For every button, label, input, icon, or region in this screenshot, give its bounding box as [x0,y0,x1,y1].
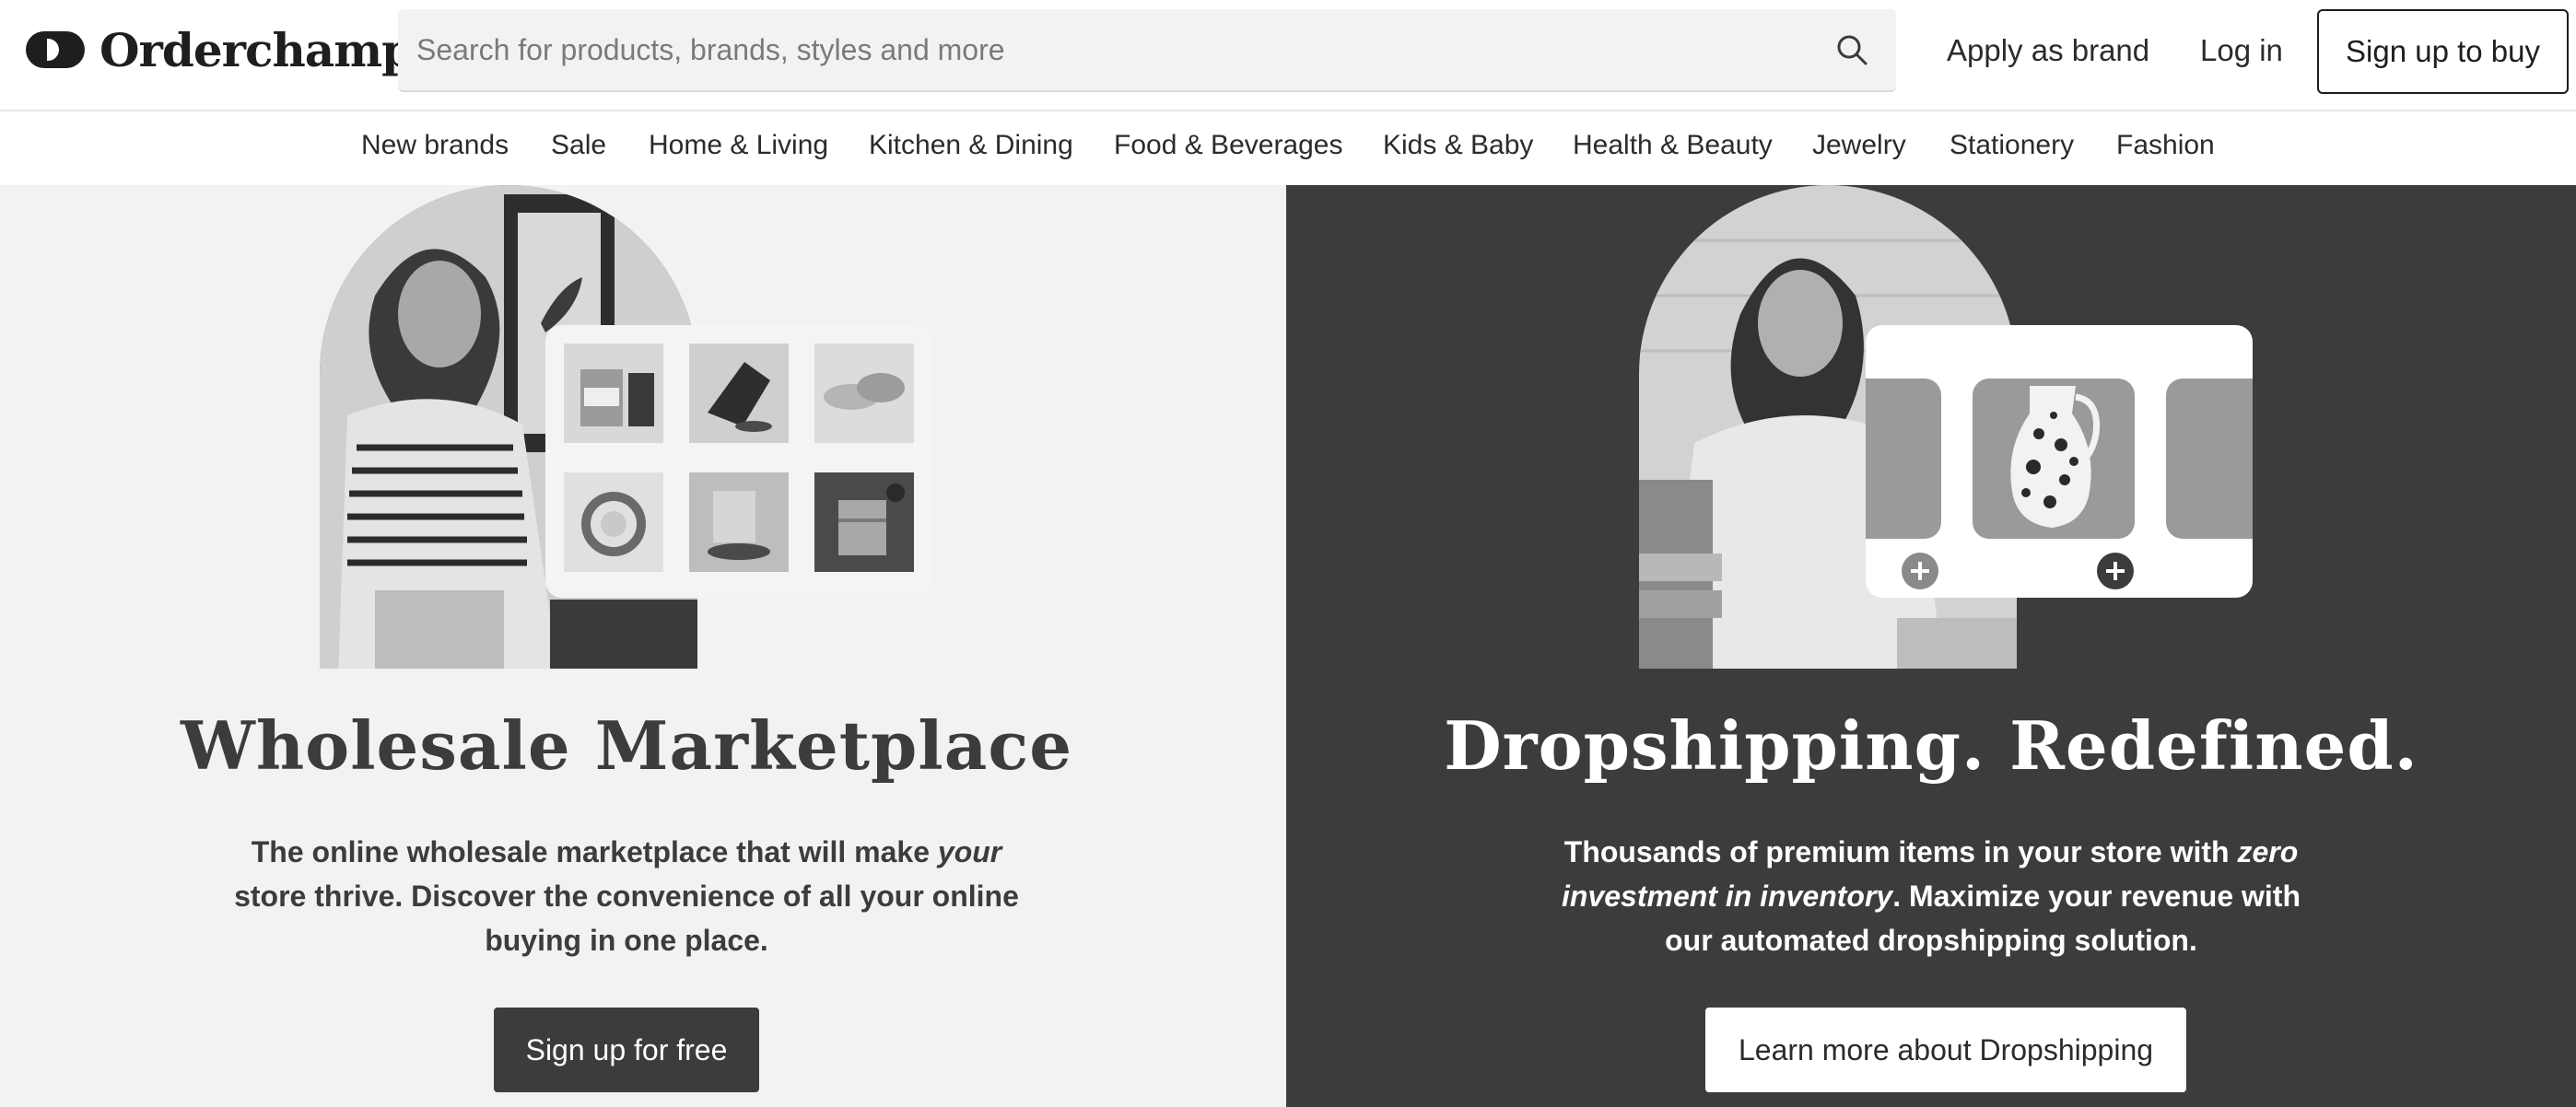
category-kids-baby[interactable]: Kids & Baby [1383,130,1533,161]
dropshipping-title: Dropshipping. Redefined. [1444,706,2418,785]
search-icon[interactable] [1835,33,1868,66]
category-jewelry[interactable]: Jewelry [1812,130,1906,161]
search-input[interactable] [416,9,1798,90]
product-placeholder [2166,379,2253,539]
search-bar [398,9,1896,92]
sign-up-to-buy-button[interactable]: Sign up to buy [2317,9,2569,94]
category-home-living[interactable]: Home & Living [649,130,828,161]
top-header: Orderchamp Apply as brand Log in Sign up… [0,0,2576,111]
wholesale-title: Wholesale Marketplace [180,706,1073,785]
add-product-icon[interactable] [1901,552,1939,590]
learn-more-dropshipping-button[interactable]: Learn more about Dropshipping [1705,1008,2186,1092]
logo[interactable]: Orderchamp [26,22,414,77]
category-kitchen-dining[interactable]: Kitchen & Dining [869,130,1073,161]
product-thumbnail [689,472,789,572]
category-food-beverages[interactable]: Food & Beverages [1114,130,1342,161]
category-fashion[interactable]: Fashion [2116,130,2215,161]
featured-product [1973,379,2135,539]
wholesale-section: Wholesale Marketplace The online wholesa… [0,185,1286,1107]
logo-text: Orderchamp [100,22,414,77]
dropshipping-text-1: Thousands of premium items in your store… [1563,835,2238,868]
category-stationery[interactable]: Stationery [1950,130,2074,161]
category-nav: New brands Sale Home & Living Kitchen & … [0,111,2576,185]
category-health-beauty[interactable]: Health & Beauty [1573,130,1773,161]
product-placeholder [1866,379,1941,539]
wholesale-text-2: store thrive. Discover the convenience o… [234,880,1019,957]
wholesale-description: The online wholesale marketplace that wi… [230,830,1023,962]
wholesale-text-1: The online wholesale marketplace that wi… [251,835,938,868]
product-thumbnail [814,344,914,443]
product-grid-card [545,325,932,598]
add-product-icon[interactable] [2096,552,2135,590]
wholesale-text-emphasis: your [937,835,1002,868]
dropship-product-card [1866,325,2253,598]
apply-as-brand-link[interactable]: Apply as brand [1947,33,2149,68]
logo-icon [26,31,85,68]
product-thumbnail [689,344,789,443]
login-link[interactable]: Log in [2200,33,2283,68]
dropshipping-description: Thousands of premium items in your store… [1544,830,2318,962]
category-new-brands[interactable]: New brands [361,130,509,161]
sign-up-free-button[interactable]: Sign up for free [494,1008,759,1092]
dropshipping-section: Dropshipping. Redefined. Thousands of pr… [1286,185,2576,1107]
vase-image [2010,386,2101,528]
product-thumbnail [564,472,663,572]
product-thumbnail [564,344,663,443]
product-thumbnail [814,472,914,572]
category-sale[interactable]: Sale [551,130,606,161]
